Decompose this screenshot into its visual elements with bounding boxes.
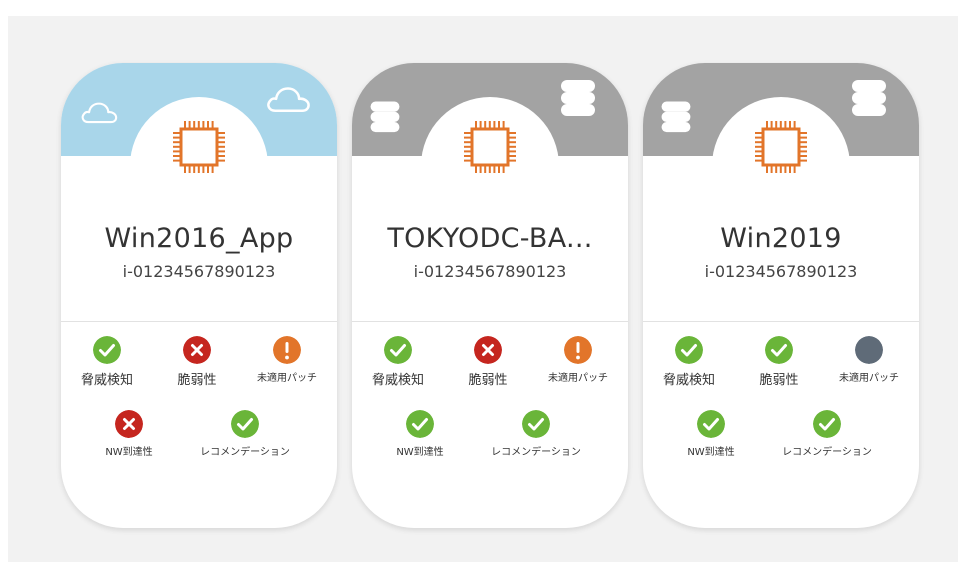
- warning-icon: [564, 336, 592, 364]
- status-label: 未適用パッチ: [839, 373, 899, 384]
- instance-id: i-01234567890123: [413, 262, 567, 281]
- check-icon: [93, 336, 121, 364]
- status-label: 脅威検知: [371, 373, 424, 388]
- error-x-icon: [474, 336, 502, 364]
- check-icon: [231, 410, 259, 438]
- status-item[interactable]: レコメンデーション: [491, 410, 581, 458]
- error-x-icon: [183, 336, 211, 364]
- status-label: レコメンデーション: [200, 447, 290, 458]
- status-label: 脅威検知: [662, 373, 715, 388]
- check-icon: [697, 410, 725, 438]
- check-icon: [675, 336, 703, 364]
- database-icon: [370, 101, 400, 133]
- status-item[interactable]: NW到達性: [84, 410, 174, 458]
- status-item[interactable]: 脆弱性: [152, 336, 242, 388]
- instance-name: TOKYODC-BA...: [387, 223, 593, 254]
- status-label: 未適用パッチ: [257, 373, 317, 384]
- cpu-chip-icon: [173, 121, 225, 173]
- status-item[interactable]: 脆弱性: [734, 336, 824, 388]
- instance-card[interactable]: Win2019 i-01234567890123 脅威検知 脆弱性 未適用パッチ NW到達…: [643, 63, 919, 528]
- error-x-icon: [115, 410, 143, 438]
- check-icon: [406, 410, 434, 438]
- status-label: 脆弱性: [177, 373, 217, 388]
- status-label: 未適用パッチ: [548, 373, 608, 384]
- status-label: NW到達性: [396, 447, 444, 458]
- check-icon: [384, 336, 412, 364]
- status-item[interactable]: 脆弱性: [443, 336, 533, 388]
- database-icon: [561, 80, 595, 116]
- database-icon: [852, 80, 886, 116]
- cpu-chip-icon: [464, 121, 516, 173]
- status-label: 脆弱性: [468, 373, 508, 388]
- divider: [352, 321, 628, 322]
- status-label: レコメンデーション: [782, 447, 872, 458]
- instance-name: Win2019: [720, 223, 842, 254]
- status-item[interactable]: 脅威検知: [353, 336, 443, 388]
- status-label: 脅威検知: [80, 373, 133, 388]
- database-icon: [661, 101, 691, 133]
- instance-name: Win2016_App: [104, 223, 294, 254]
- divider: [61, 321, 337, 322]
- cloud-icon: [81, 102, 118, 124]
- status-item[interactable]: NW到達性: [375, 410, 465, 458]
- instance-card[interactable]: TOKYODC-BA... i-01234567890123 脅威検知 脆弱性 未適用パ…: [352, 63, 628, 528]
- instance-card[interactable]: Win2016_App i-01234567890123 脅威検知 脆弱性 未適用パッチ…: [61, 63, 337, 528]
- status-item[interactable]: レコメンデーション: [200, 410, 290, 458]
- inactive-dot-icon: [855, 336, 883, 364]
- check-icon: [813, 410, 841, 438]
- status-label: レコメンデーション: [491, 447, 581, 458]
- divider: [643, 321, 919, 322]
- check-icon: [765, 336, 793, 364]
- status-label: 脆弱性: [759, 373, 799, 388]
- instance-id: i-01234567890123: [704, 262, 858, 281]
- status-item[interactable]: 脅威検知: [644, 336, 734, 388]
- status-item[interactable]: 未適用パッチ: [533, 336, 623, 384]
- cpu-chip-icon: [755, 121, 807, 173]
- check-icon: [522, 410, 550, 438]
- status-label: NW到達性: [105, 447, 153, 458]
- status-item[interactable]: 未適用パッチ: [242, 336, 332, 384]
- warning-icon: [273, 336, 301, 364]
- status-label: NW到達性: [687, 447, 735, 458]
- status-item[interactable]: NW到達性: [666, 410, 756, 458]
- instance-id: i-01234567890123: [122, 262, 276, 281]
- cloud-icon: [267, 87, 310, 112]
- status-item[interactable]: 脅威検知: [62, 336, 152, 388]
- status-item[interactable]: レコメンデーション: [782, 410, 872, 458]
- status-item[interactable]: 未適用パッチ: [824, 336, 914, 384]
- instance-card-list: Win2016_App i-01234567890123 脅威検知 脆弱性 未適用パッチ…: [0, 0, 960, 565]
